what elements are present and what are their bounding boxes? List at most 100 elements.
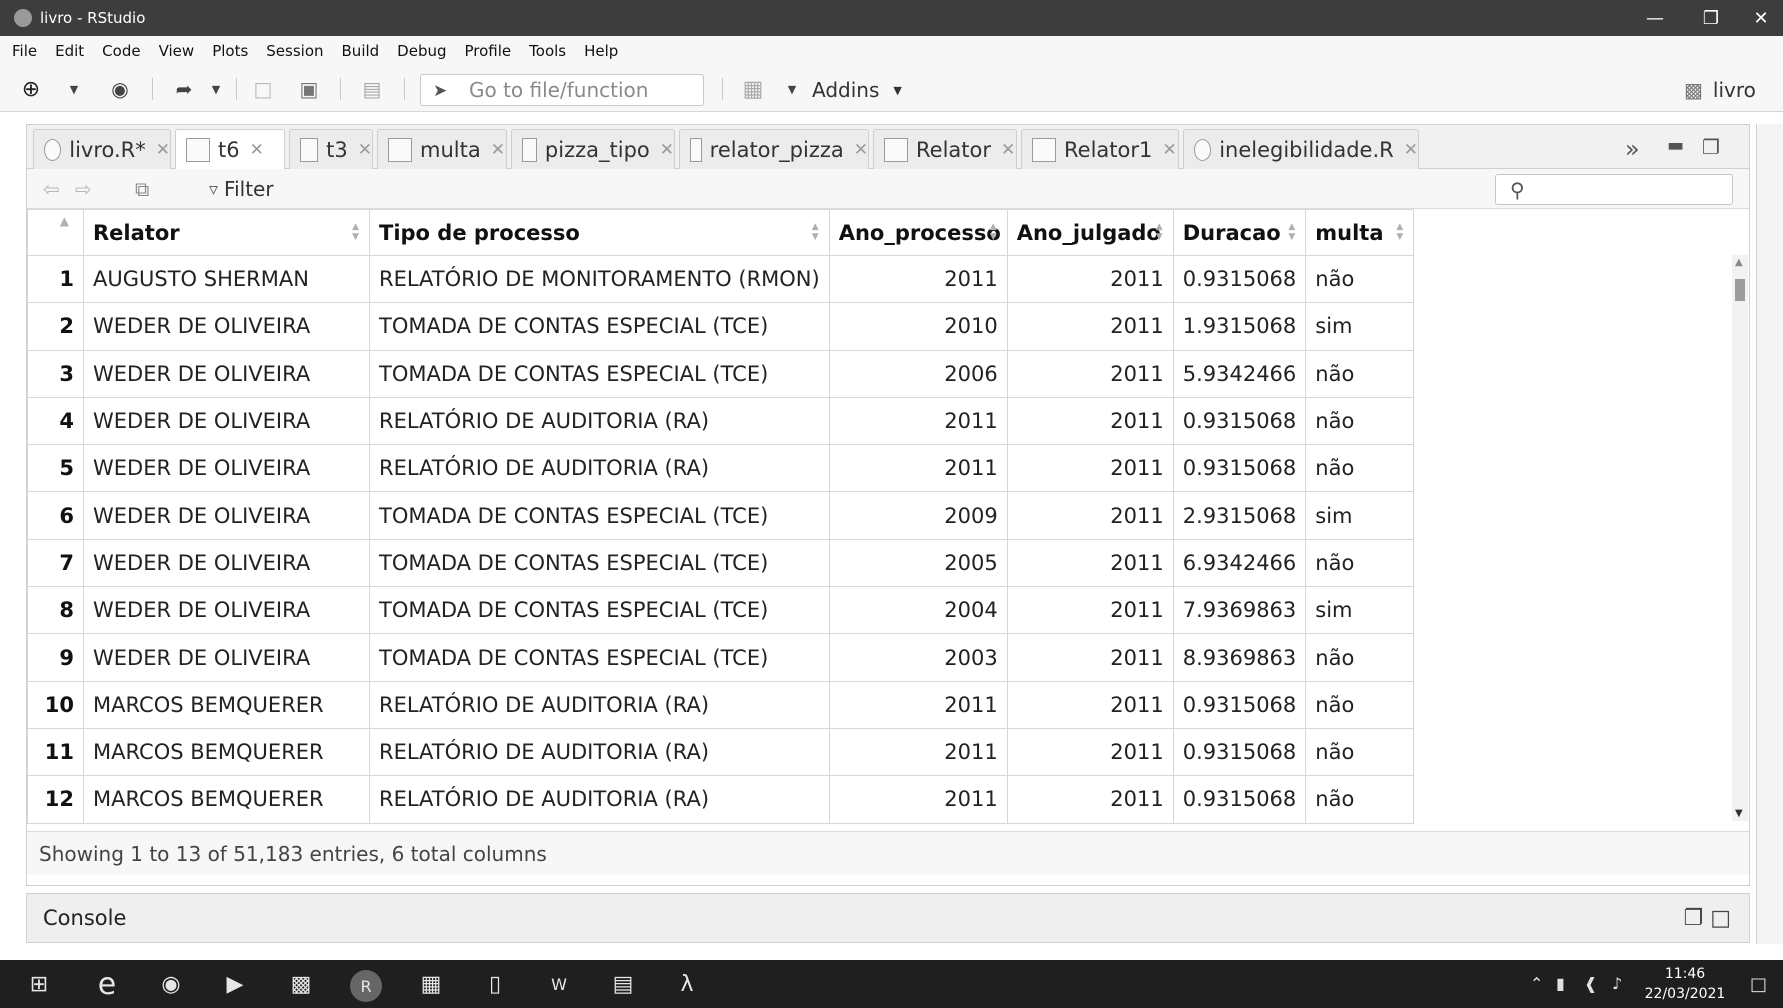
volume-icon[interactable]: ♪ bbox=[1612, 974, 1622, 993]
close-tab-icon[interactable]: ✕ bbox=[854, 140, 868, 160]
show-hidden-icons-icon[interactable]: ⌃ bbox=[1530, 974, 1543, 993]
scroll-up-icon[interactable]: ▲ bbox=[1735, 257, 1743, 268]
battery-icon[interactable]: ▮ bbox=[1556, 974, 1565, 993]
edge-browser-icon[interactable]: e bbox=[92, 967, 122, 1002]
sort-icon[interactable]: ▲ ▼ bbox=[990, 222, 997, 242]
word-icon[interactable]: W bbox=[544, 970, 574, 998]
menu-item-plots[interactable]: Plots bbox=[212, 42, 248, 60]
table-row[interactable]: 7 WEDER DE OLIVEIRA TOMADA DE CONTAS ESPEC… bbox=[27, 538, 1415, 588]
new-file-icon[interactable]: ⊕ bbox=[18, 75, 44, 103]
tab-t6[interactable]: t6 ✕ bbox=[175, 129, 285, 170]
close-button[interactable]: ✕ bbox=[1739, 0, 1783, 36]
table-row[interactable]: 2 WEDER DE OLIVEIRA TOMADA DE CONTAS ESPEC… bbox=[27, 302, 1415, 351]
tab-livro-r[interactable]: livro.R* ✕ bbox=[33, 129, 171, 169]
media-player-icon[interactable]: ▶ bbox=[220, 970, 250, 998]
column-header-tipo-de-processo[interactable]: Tipo de processo ▲ ▼ bbox=[369, 209, 830, 256]
column-header-duracao[interactable]: Duracao ▲ ▼ bbox=[1172, 209, 1307, 256]
search-input[interactable]: ⚲ bbox=[1495, 174, 1733, 205]
close-tab-icon[interactable]: ✕ bbox=[156, 140, 170, 160]
close-tab-icon[interactable]: ✕ bbox=[660, 140, 674, 160]
more-tabs-icon[interactable]: » bbox=[1625, 135, 1640, 163]
table-row[interactable]: 4 WEDER DE OLIVEIRA RELATÓRIO DE AUDITORIA… bbox=[27, 396, 1415, 446]
close-tab-icon[interactable]: ✕ bbox=[358, 140, 372, 160]
restore-pane-icon[interactable]: ❐ □ bbox=[1683, 906, 1731, 931]
close-tab-icon[interactable]: ✕ bbox=[491, 140, 505, 160]
save-icon[interactable]: □ bbox=[248, 75, 278, 103]
workspace-panes-icon[interactable]: ▦ bbox=[736, 75, 770, 103]
system-clock[interactable]: 11:46 22/03/2021 bbox=[1640, 964, 1730, 1004]
acrobat-icon[interactable]: λ bbox=[672, 970, 702, 998]
column-header-multa[interactable]: multa ▲ ▼ bbox=[1305, 209, 1415, 256]
minimize-pane-icon[interactable]: ▬ bbox=[1667, 135, 1684, 156]
tab-relator1[interactable]: Relator1 ✕ bbox=[1021, 129, 1179, 169]
close-tab-icon[interactable]: ✕ bbox=[250, 140, 264, 160]
rstudio-taskbar-icon[interactable]: R bbox=[350, 970, 382, 1002]
table-row[interactable]: 3 WEDER DE OLIVEIRA TOMADA DE CONTAS ESPEC… bbox=[27, 349, 1415, 398]
new-file-dropdown-icon[interactable]: ▼ bbox=[66, 75, 82, 103]
panes-dropdown-icon[interactable]: ▼ bbox=[784, 75, 800, 103]
tab-inelegibilidade-r[interactable]: inelegibilidade.R ✕ bbox=[1183, 129, 1419, 169]
network-app-icon[interactable]: ▦ bbox=[416, 970, 446, 998]
row-number-header[interactable]: ▲ bbox=[27, 209, 84, 256]
minimize-button[interactable]: — bbox=[1633, 0, 1677, 36]
close-tab-icon[interactable]: ✕ bbox=[1001, 140, 1015, 160]
tab-pizza-tipo[interactable]: pizza_tipo ✕ bbox=[511, 129, 675, 169]
sort-icon[interactable]: ▲ ▼ bbox=[812, 222, 819, 242]
scrollbar-thumb[interactable] bbox=[1735, 279, 1745, 301]
tab-multa[interactable]: multa ✕ bbox=[377, 129, 507, 169]
open-file-icon[interactable]: ➦ bbox=[162, 75, 206, 103]
windows-start-icon[interactable]: ⊞ bbox=[24, 970, 54, 998]
print-icon[interactable]: ▤ bbox=[354, 75, 390, 103]
menu-item-tools[interactable]: Tools bbox=[529, 42, 566, 60]
tab-relator-pizza[interactable]: relator_pizza ✕ bbox=[679, 129, 869, 169]
maximize-pane-icon[interactable]: ❐ bbox=[1702, 135, 1720, 159]
project-menu[interactable]: ▩ livro bbox=[1684, 74, 1756, 106]
sort-icon[interactable]: ▲ ▼ bbox=[352, 222, 359, 242]
tab-relator[interactable]: Relator ✕ bbox=[873, 129, 1017, 169]
save-all-icon[interactable]: ▣ bbox=[292, 75, 326, 103]
chrome-icon[interactable]: ◉ bbox=[156, 970, 186, 998]
table-row[interactable]: 5 WEDER DE OLIVEIRA RELATÓRIO DE AUDITORIA… bbox=[27, 444, 1415, 493]
tab-t3[interactable]: t3 ✕ bbox=[289, 129, 373, 169]
vertical-scrollbar[interactable]: ▲ ▼ bbox=[1732, 255, 1748, 821]
table-row[interactable]: 10 MARCOS BEMQUERER RELATÓRIO DE AUDITORIA… bbox=[27, 680, 1415, 729]
menu-item-edit[interactable]: Edit bbox=[55, 42, 84, 60]
column-header-ano-julgado[interactable]: Ano_julgado ▲ ▼ bbox=[1006, 209, 1174, 256]
sort-icon[interactable]: ▲ ▼ bbox=[1156, 222, 1163, 242]
calculator-icon[interactable]: ▤ bbox=[608, 970, 638, 998]
addins-menu[interactable]: Addins ▼ bbox=[812, 74, 902, 106]
menu-item-code[interactable]: Code bbox=[102, 42, 140, 60]
menu-item-view[interactable]: View bbox=[159, 42, 195, 60]
close-tab-icon[interactable]: ✕ bbox=[1162, 140, 1176, 160]
sort-icon[interactable]: ▲ ▼ bbox=[1396, 222, 1403, 242]
menu-item-session[interactable]: Session bbox=[266, 42, 323, 60]
notifications-icon[interactable]: □ bbox=[1750, 974, 1767, 995]
open-project-icon[interactable]: ◉ bbox=[100, 75, 140, 103]
menu-item-build[interactable]: Build bbox=[342, 42, 380, 60]
menu-item-debug[interactable]: Debug bbox=[397, 42, 446, 60]
menu-item-help[interactable]: Help bbox=[584, 42, 618, 60]
menu-item-file[interactable]: File bbox=[12, 42, 37, 60]
sort-icon[interactable]: ▲ ▼ bbox=[1288, 222, 1295, 242]
show-in-window-icon[interactable]: ⧉ bbox=[135, 177, 149, 201]
close-tab-icon[interactable]: ✕ bbox=[1404, 140, 1418, 160]
column-header-relator[interactable]: Relator ▲ ▼ bbox=[83, 209, 370, 256]
file-explorer-icon[interactable]: ▩ bbox=[286, 970, 316, 998]
table-row[interactable]: 8 WEDER DE OLIVEIRA TOMADA DE CONTAS ESPEC… bbox=[27, 586, 1415, 635]
table-row[interactable]: 9 WEDER DE OLIVEIRA TOMADA DE CONTAS ESPEC… bbox=[27, 633, 1415, 682]
column-header-ano-processo[interactable]: Ano_processo ▲ ▼ bbox=[828, 209, 1008, 256]
back-icon[interactable]: ⇦ bbox=[43, 177, 60, 201]
menu-item-profile[interactable]: Profile bbox=[465, 42, 512, 60]
maximize-button[interactable]: ❐ bbox=[1689, 0, 1733, 36]
console-pane-header[interactable]: Console ❐ □ bbox=[26, 893, 1750, 943]
table-row[interactable]: 11 MARCOS BEMQUERER RELATÓRIO DE AUDITORIA… bbox=[27, 727, 1415, 777]
forward-icon[interactable]: ⇨ bbox=[75, 177, 92, 201]
table-row[interactable]: 12 MARCOS BEMQUERER RELATÓRIO DE AUDITORIA… bbox=[27, 775, 1415, 824]
go-to-file-input[interactable]: ➤ Go to file/function bbox=[420, 74, 704, 106]
wifi-icon[interactable]: ❰ bbox=[1584, 974, 1597, 993]
table-row[interactable]: 1 AUGUSTO SHERMAN RELATÓRIO DE MONITORAMEN… bbox=[27, 254, 1415, 304]
table-row[interactable]: 6 WEDER DE OLIVEIRA TOMADA DE CONTAS ESPEC… bbox=[27, 491, 1415, 540]
scroll-down-icon[interactable]: ▼ bbox=[1735, 808, 1743, 819]
open-file-dropdown-icon[interactable]: ▼ bbox=[208, 75, 224, 103]
notepad-icon[interactable]: ▯ bbox=[480, 970, 510, 998]
